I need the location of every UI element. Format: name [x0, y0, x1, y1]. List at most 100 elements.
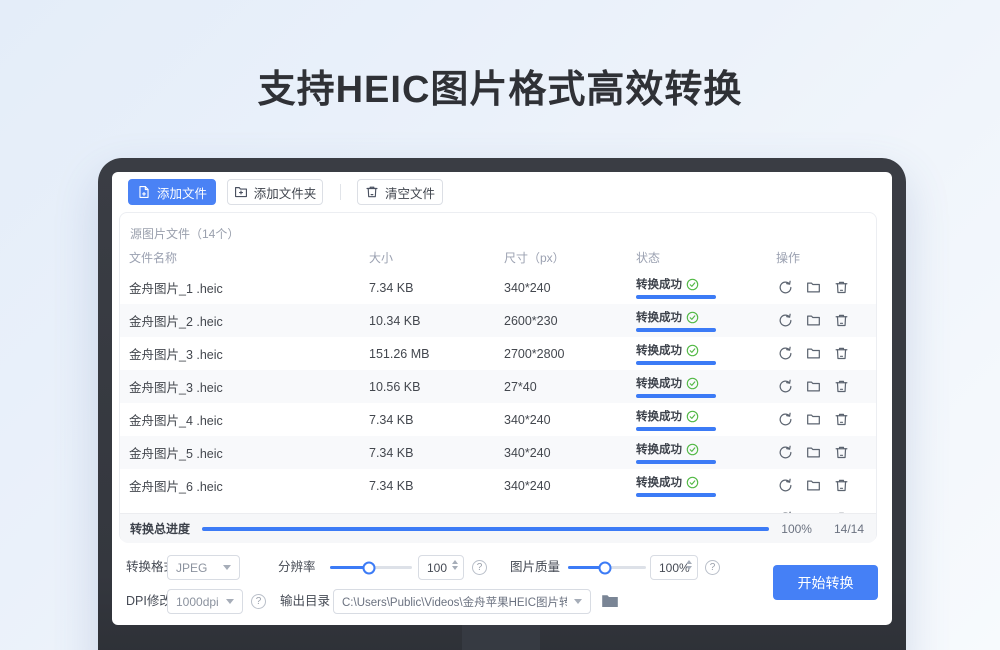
toolbar-divider: [340, 184, 341, 200]
reconvert-icon[interactable]: [778, 280, 793, 295]
total-progress-label: 转换总进度: [130, 520, 190, 537]
file-dimensions-cell: 340*240: [504, 281, 636, 295]
quality-help-icon[interactable]: ?: [705, 560, 720, 575]
output-path-input[interactable]: C:\Users\Public\Videos\金舟苹果HEIC图片转换...: [333, 589, 591, 614]
file-status-cell: 转换成功: [636, 276, 776, 299]
format-select[interactable]: JPEG: [167, 555, 240, 580]
quality-slider-thumb[interactable]: [599, 561, 612, 574]
clear-files-label: 清空文件: [385, 183, 435, 202]
dpi-help-icon[interactable]: ?: [251, 594, 266, 609]
chevron-down-icon: [223, 565, 231, 570]
quality-slider[interactable]: [568, 566, 646, 569]
open-folder-icon[interactable]: [806, 445, 821, 460]
add-folder-button[interactable]: 添加文件夹: [227, 179, 323, 205]
dpi-value: 1000dpi: [176, 595, 219, 609]
open-folder-icon[interactable]: [806, 280, 821, 295]
file-plus-icon: [137, 185, 151, 199]
format-value: JPEG: [176, 561, 207, 575]
file-dimensions-cell: 2700*2800: [504, 347, 636, 361]
delete-icon[interactable]: [834, 511, 849, 513]
delete-icon[interactable]: [834, 379, 849, 394]
file-dimensions-cell: 340*240: [504, 479, 636, 493]
resolution-label: 分辨率: [278, 555, 316, 580]
reconvert-icon[interactable]: [778, 412, 793, 427]
delete-icon[interactable]: [834, 346, 849, 361]
table-row: 金舟图片_3 .heic 151.26 MB 2700*2800 转换成功: [120, 337, 876, 370]
column-header-status: 状态: [636, 249, 776, 266]
file-name-cell: 金舟图片_3 .heic: [129, 344, 369, 363]
reconvert-icon[interactable]: [778, 478, 793, 493]
browse-folder-icon[interactable]: [601, 593, 619, 609]
table-row-partial: 转换成功: [120, 502, 876, 513]
total-progress-fill: [202, 527, 769, 531]
open-folder-icon[interactable]: [806, 478, 821, 493]
resolution-slider-thumb[interactable]: [363, 561, 376, 574]
reconvert-icon[interactable]: [778, 379, 793, 394]
resolution-input[interactable]: 100: [418, 555, 464, 580]
start-convert-button[interactable]: 开始转换: [773, 565, 878, 600]
file-progress-bar: [636, 427, 716, 431]
chevron-down-icon: [226, 599, 234, 604]
dpi-label: DPI修改: [126, 589, 172, 614]
file-name-cell: 金舟图片_1 .heic: [129, 278, 369, 297]
file-actions-cell: [776, 445, 876, 460]
delete-icon[interactable]: [834, 445, 849, 460]
quality-input[interactable]: 100%: [650, 555, 698, 580]
reconvert-icon[interactable]: [778, 445, 793, 460]
column-header-dimensions: 尺寸（px）: [504, 249, 636, 266]
delete-icon[interactable]: [834, 313, 849, 328]
open-folder-icon[interactable]: [806, 511, 821, 513]
open-folder-icon[interactable]: [806, 346, 821, 361]
quality-label: 图片质量: [510, 555, 560, 580]
file-status-cell: 转换成功: [636, 309, 776, 332]
stepper-arrows-icon[interactable]: [686, 560, 692, 570]
delete-icon[interactable]: [834, 412, 849, 427]
output-dir-label: 输出目录: [280, 589, 330, 614]
resolution-help-icon[interactable]: ?: [472, 560, 487, 575]
check-circle-icon: [686, 311, 699, 324]
file-size-cell: 10.56 KB: [369, 380, 504, 394]
table-header: 文件名称 大小 尺寸（px） 状态 操作: [120, 243, 876, 271]
check-circle-icon: [686, 410, 699, 423]
delete-icon[interactable]: [834, 478, 849, 493]
file-size-cell: 7.34 KB: [369, 446, 504, 460]
file-name-cell: 金舟图片_5 .heic: [129, 443, 369, 462]
table-row: 金舟图片_6 .heic 7.34 KB 340*240 转换成功: [120, 469, 876, 502]
reconvert-icon[interactable]: [778, 511, 793, 513]
file-dimensions-cell: 340*240: [504, 413, 636, 427]
file-actions-cell: [776, 511, 876, 513]
check-circle-icon: [686, 278, 699, 291]
file-progress-bar: [636, 295, 716, 299]
file-status-cell: 转换成功: [636, 408, 776, 431]
reconvert-icon[interactable]: [778, 313, 793, 328]
file-status-cell: 转换成功: [636, 511, 776, 514]
file-actions-cell: [776, 478, 876, 493]
table-rows: 金舟图片_1 .heic 7.34 KB 340*240 转换成功: [120, 271, 876, 513]
stepper-arrows-icon[interactable]: [452, 560, 458, 570]
file-size-cell: 151.26 MB: [369, 347, 504, 361]
dpi-select[interactable]: 1000dpi: [167, 589, 243, 614]
clear-files-button[interactable]: 清空文件: [357, 179, 443, 205]
file-dimensions-cell: 340*240: [504, 446, 636, 460]
check-circle-icon: [686, 476, 699, 489]
file-list-title: 源图片文件（14个）: [120, 213, 876, 243]
open-folder-icon[interactable]: [806, 379, 821, 394]
chevron-down-icon: [574, 599, 582, 604]
open-folder-icon[interactable]: [806, 412, 821, 427]
file-size-cell: 10.34 KB: [369, 314, 504, 328]
status-text: 转换成功: [636, 441, 682, 457]
file-list-panel: 源图片文件（14个） 文件名称 大小 尺寸（px） 状态 操作 金舟图片_1 .…: [119, 212, 877, 542]
resolution-slider[interactable]: [330, 566, 412, 569]
trash-icon: [365, 185, 379, 199]
file-progress-bar: [636, 361, 716, 365]
reconvert-icon[interactable]: [778, 346, 793, 361]
table-row: 金舟图片_5 .heic 7.34 KB 340*240 转换成功: [120, 436, 876, 469]
total-progress-row: 转换总进度 100% 14/14: [120, 513, 876, 543]
status-text: 转换成功: [636, 309, 682, 325]
add-file-button[interactable]: 添加文件: [128, 179, 216, 205]
status-text: 转换成功: [636, 474, 682, 490]
delete-icon[interactable]: [834, 280, 849, 295]
open-folder-icon[interactable]: [806, 313, 821, 328]
file-progress-bar: [636, 460, 716, 464]
file-status-cell: 转换成功: [636, 342, 776, 365]
